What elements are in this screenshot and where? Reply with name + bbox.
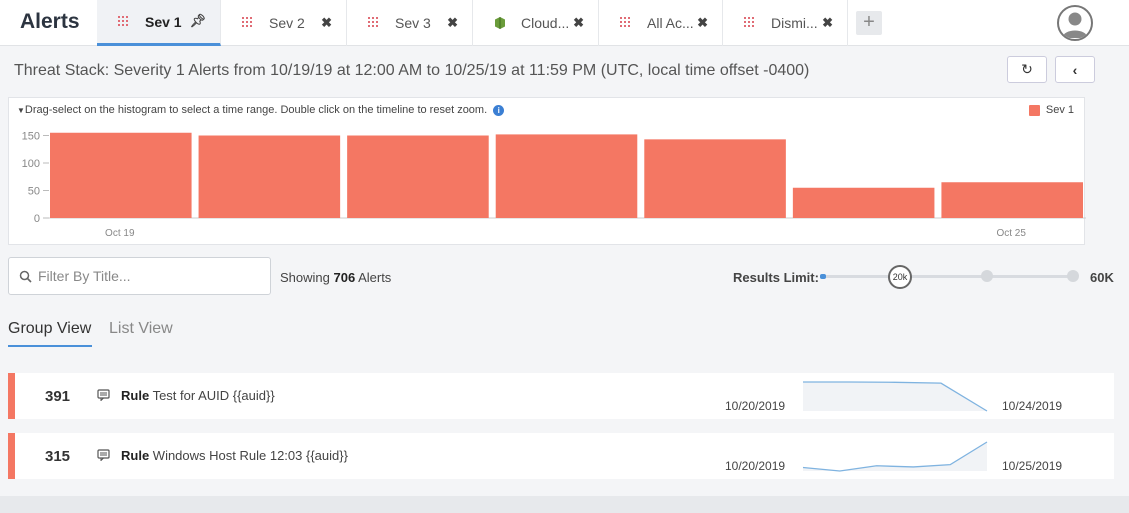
y-tick-label: 50	[28, 186, 40, 198]
tab-label: Sev 3	[395, 15, 431, 31]
collapse-button[interactable]: ‹	[1055, 56, 1095, 83]
avatar[interactable]	[1057, 5, 1093, 41]
trend-end-date: 10/24/2019	[1002, 399, 1063, 413]
chart-legend: Sev 1	[1028, 104, 1074, 116]
y-tick-label: 0	[34, 213, 40, 225]
comment-icon[interactable]	[97, 389, 110, 401]
slider-stop[interactable]	[981, 270, 993, 282]
legend-swatch	[1028, 104, 1040, 116]
app-title: Alerts	[20, 10, 80, 33]
histogram-panel: ▼Drag-select on the histogram to select …	[8, 97, 1086, 245]
histogram-hint: ▼Drag-select on the histogram to select …	[17, 104, 505, 116]
add-tab-button[interactable]: +	[856, 11, 882, 35]
showing-count: Showing 706 Alerts	[280, 270, 392, 285]
comment-icon[interactable]	[97, 449, 110, 461]
tab-sev1[interactable]: Sev 1 📌︎	[97, 0, 221, 46]
x-tick-label: Oct 25	[996, 228, 1026, 239]
results-limit-max: 60K	[1090, 270, 1114, 285]
sparkline-area	[803, 382, 987, 411]
tab-label: All Ac...	[647, 15, 694, 31]
close-icon[interactable]: ✖	[447, 15, 458, 31]
grid-icon	[620, 17, 630, 27]
caret-down-icon[interactable]: ▼	[17, 106, 25, 115]
trend-start-date: 10/20/2019	[725, 459, 786, 473]
close-icon[interactable]: ✖	[573, 15, 584, 31]
filter-input[interactable]	[38, 268, 258, 284]
y-tick-label: 150	[22, 131, 40, 143]
refresh-button[interactable]: ↻	[1007, 56, 1047, 83]
top-bar: Alerts Sev 1 📌︎ Sev 2 ✖ Sev 3 ✖ Cloud...…	[0, 0, 1129, 46]
trend-end-date: 10/25/2019	[1002, 459, 1063, 473]
bottom-bar	[0, 496, 1129, 513]
results-limit-label: Results Limit:	[733, 270, 819, 285]
histogram-bar	[644, 139, 786, 218]
tab-all-activity[interactable]: All Ac... ✖	[599, 0, 723, 46]
alert-title[interactable]: Rule Windows Host Rule 12:03 {{auid}}	[121, 448, 348, 463]
grid-icon	[744, 17, 754, 27]
tab-cloud[interactable]: Cloud... ✖	[473, 0, 599, 46]
results-limit-handle[interactable]: 20k	[888, 265, 912, 289]
alert-count: 315	[45, 448, 71, 465]
histogram-bar	[495, 134, 638, 218]
tab-dismissed[interactable]: Dismi... ✖	[723, 0, 848, 46]
info-icon[interactable]: i	[493, 105, 505, 116]
close-icon[interactable]: ✖	[321, 15, 332, 31]
aws-icon	[495, 17, 505, 29]
x-tick-label: Oct 19	[105, 228, 135, 239]
tab-label: Sev 1	[145, 13, 182, 30]
tab-label: Cloud...	[521, 15, 570, 31]
tab-sev3[interactable]: Sev 3 ✖	[347, 0, 473, 46]
alert-title[interactable]: Rule Test for AUID {{auid}}	[121, 388, 275, 403]
alert-group-row[interactable]: 391 Rule Test for AUID {{auid}} 10/20/20…	[8, 373, 1114, 419]
filter-box[interactable]	[8, 257, 271, 295]
trend-sparkline	[802, 441, 988, 472]
histogram-bar	[941, 182, 1083, 218]
alert-group-row[interactable]: 315 Rule Windows Host Rule 12:03 {{auid}…	[8, 433, 1114, 479]
y-tick-label: 100	[22, 158, 40, 170]
tab-label: Sev 2	[269, 15, 305, 31]
histogram-bar	[50, 132, 192, 218]
histogram-bar	[347, 135, 489, 218]
tab-sev2[interactable]: Sev 2 ✖	[221, 0, 347, 46]
grid-icon	[118, 15, 128, 26]
page-title: Threat Stack: Severity 1 Alerts from 10/…	[14, 62, 810, 79]
chevron-left-icon: ‹	[1072, 61, 1078, 78]
grid-icon	[368, 17, 378, 27]
trend-sparkline	[803, 381, 988, 412]
tab-label: Dismi...	[771, 15, 818, 31]
refresh-icon: ↻	[1021, 61, 1033, 77]
alert-count: 391	[45, 388, 71, 405]
slider-stop[interactable]	[1067, 270, 1079, 282]
legend-label: Sev 1	[1045, 104, 1074, 116]
histogram-chart[interactable]: 0 50 100 150 Oct 19 Oct 25	[9, 126, 1086, 244]
close-icon[interactable]: ✖	[697, 15, 708, 31]
close-icon[interactable]: ✖	[822, 15, 833, 31]
histogram-bar	[792, 187, 935, 218]
trend-start-date: 10/20/2019	[725, 399, 786, 413]
grid-icon	[242, 17, 252, 27]
histogram-bar	[198, 135, 341, 218]
tab-list-view[interactable]: List View	[109, 320, 173, 338]
results-limit-track[interactable]	[820, 275, 1076, 278]
user-icon	[1062, 12, 1088, 38]
active-view-indicator	[8, 345, 92, 347]
search-icon	[19, 270, 32, 283]
results-limit-fill	[820, 274, 826, 279]
tab-group-view[interactable]: Group View	[8, 320, 91, 338]
pin-icon[interactable]: 📌︎	[189, 13, 206, 29]
